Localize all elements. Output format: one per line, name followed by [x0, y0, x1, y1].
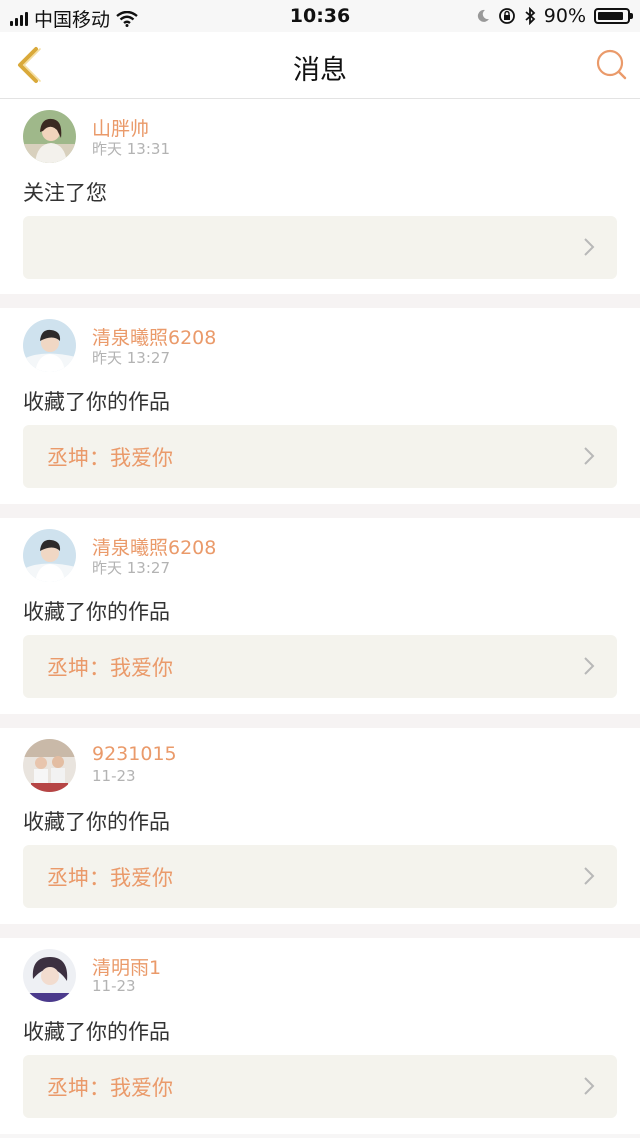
- message-time: 昨天 13:31: [92, 140, 170, 158]
- message-list: 山胖帅 昨天 13:31 关注了您 清泉曦照6208 昨天 13:27 收藏了你…: [0, 99, 640, 1134]
- moon-icon: [477, 9, 489, 22]
- avatar[interactable]: [23, 319, 76, 372]
- action-text: 收藏了你的作品: [23, 810, 170, 834]
- chevron-right-icon: [584, 867, 595, 885]
- action-text: 收藏了你的作品: [23, 600, 170, 624]
- user-name[interactable]: 清明雨1: [92, 953, 161, 980]
- divider: [0, 504, 640, 518]
- orientation-lock-icon: [498, 8, 515, 24]
- work-title: 丞坤：我爱你: [47, 446, 173, 470]
- bluetooth-icon: [525, 7, 536, 25]
- work-title: 丞坤：我爱你: [47, 1076, 173, 1100]
- message-time: 昨天 13:27: [92, 559, 170, 577]
- user-name[interactable]: 清泉曦照6208: [92, 533, 216, 560]
- divider: [0, 924, 640, 938]
- avatar[interactable]: [23, 529, 76, 582]
- work-link[interactable]: 丞坤：我爱你: [23, 1055, 617, 1118]
- user-name[interactable]: 山胖帅: [92, 114, 149, 141]
- work-link[interactable]: 丞坤：我爱你: [23, 635, 617, 698]
- page-title: 消息: [293, 55, 347, 86]
- avatar[interactable]: [23, 949, 76, 1002]
- status-bar: 中国移动 10:36 90%: [0, 0, 640, 32]
- chevron-right-icon: [584, 447, 595, 465]
- nav-bar: 消息: [0, 32, 640, 99]
- status-bar-right: 90%: [476, 5, 633, 27]
- message-item: 山胖帅 昨天 13:31 关注了您: [0, 99, 640, 294]
- avatar[interactable]: [23, 739, 76, 792]
- avatar[interactable]: [23, 110, 76, 163]
- chevron-right-icon: [584, 238, 595, 256]
- chevron-right-icon: [584, 657, 595, 675]
- message-time: 昨天 13:27: [92, 349, 170, 367]
- divider: [0, 294, 640, 308]
- user-name[interactable]: 9231015: [92, 743, 177, 765]
- message-item: 9231015 11-23 收藏了你的作品 丞坤：我爱你: [0, 728, 640, 924]
- battery-fill: [598, 12, 624, 20]
- battery-icon: [594, 8, 633, 24]
- search-button[interactable]: [594, 47, 628, 81]
- divider: [0, 714, 640, 728]
- message-time: 11-23: [92, 977, 136, 995]
- action-text: 收藏了你的作品: [23, 390, 170, 414]
- work-link[interactable]: 丞坤：我爱你: [23, 845, 617, 908]
- message-item: 清明雨1 11-23 收藏了你的作品 丞坤：我爱你: [0, 938, 640, 1134]
- search-icon: [596, 49, 627, 80]
- user-name[interactable]: 清泉曦照6208: [92, 323, 216, 350]
- work-title: 丞坤：我爱你: [47, 866, 173, 890]
- action-text: 关注了您: [23, 181, 107, 205]
- work-link[interactable]: [23, 216, 617, 279]
- work-link[interactable]: 丞坤：我爱你: [23, 425, 617, 488]
- battery-percent: 90%: [543, 5, 586, 27]
- action-text: 收藏了你的作品: [23, 1020, 170, 1044]
- work-title: 丞坤：我爱你: [47, 656, 173, 680]
- message-item: 清泉曦照6208 昨天 13:27 收藏了你的作品 丞坤：我爱你: [0, 518, 640, 714]
- chevron-right-icon: [584, 1077, 595, 1095]
- message-item: 清泉曦照6208 昨天 13:27 收藏了你的作品 丞坤：我爱你: [0, 308, 640, 504]
- message-time: 11-23: [92, 767, 136, 785]
